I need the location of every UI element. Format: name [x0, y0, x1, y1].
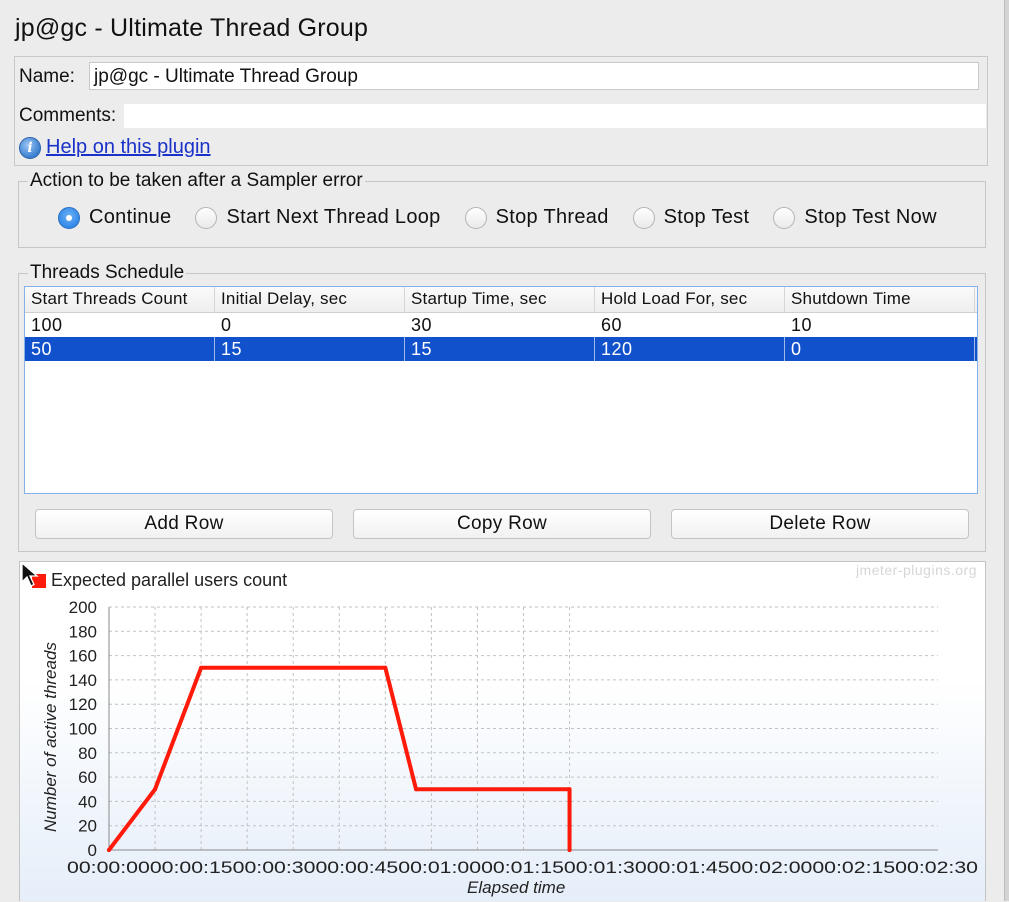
comments-label: Comments: [19, 105, 117, 126]
radio-label: Stop Thread [495, 206, 609, 228]
help-row: i Help on this plugin [19, 136, 211, 159]
y-axis-title: Number of active threads [41, 642, 60, 832]
name-field[interactable]: jp@gc - Ultimate Thread Group [89, 62, 979, 90]
radio-label: Continue [89, 206, 172, 228]
y-tick-label: 160 [69, 647, 97, 666]
table-cell[interactable]: 0 [215, 313, 405, 337]
radio-stop-test-now[interactable]: Stop Test Now [773, 206, 937, 229]
radio-label: Stop Test Now [804, 206, 937, 228]
radio-icon[interactable] [632, 206, 655, 229]
table-cell[interactable]: 15 [215, 337, 405, 361]
column-header[interactable]: Shutdown Time [785, 287, 975, 312]
series-point [383, 665, 388, 670]
radio-label: Start Next Thread Loop [226, 206, 441, 228]
radio-stop-test[interactable]: Stop Test [632, 206, 750, 229]
series-point [153, 787, 158, 792]
copy-row-button[interactable]: Copy Row [353, 509, 651, 539]
schedule-table[interactable]: Start Threads Count Initial Delay, sec S… [24, 286, 978, 494]
table-cell[interactable]: 0 [785, 337, 975, 361]
delete-row-button[interactable]: Delete Row [671, 509, 969, 539]
x-axis-title: Elapsed time [467, 878, 566, 897]
series-point [414, 787, 419, 792]
series-point [567, 848, 572, 852]
radio-selected-icon[interactable] [58, 206, 80, 229]
y-tick-label: 180 [69, 622, 97, 641]
series-point [107, 848, 111, 852]
table-cell[interactable]: 10 [785, 313, 975, 337]
help-link[interactable]: Help on this plugin [46, 136, 211, 159]
name-label: Name: [19, 66, 75, 87]
sampler-error-options: Continue Start Next Thread Loop Stop Thr… [58, 206, 961, 229]
window-edge [1004, 0, 1009, 901]
y-tick-label: 120 [69, 695, 97, 714]
radio-start-next-thread-loop[interactable]: Start Next Thread Loop [195, 206, 440, 229]
table-row[interactable]: 100 0 30 60 10 [25, 313, 977, 337]
radio-continue[interactable]: Continue [58, 206, 171, 229]
y-tick-label: 140 [69, 671, 97, 690]
y-tick-label: 100 [69, 720, 97, 739]
chart-panel: Expected parallel users count jmeter-plu… [19, 561, 986, 901]
table-header: Start Threads Count Initial Delay, sec S… [25, 287, 977, 313]
radio-stop-thread[interactable]: Stop Thread [464, 206, 609, 229]
table-row-selected[interactable]: 50 15 15 120 0 [25, 337, 977, 361]
table-cell[interactable]: 50 [25, 337, 215, 361]
table-cell[interactable]: 15 [405, 337, 595, 361]
table-cell[interactable]: 100 [25, 313, 215, 337]
comments-field[interactable] [124, 104, 986, 128]
radio-icon[interactable] [773, 206, 796, 229]
series-point [199, 665, 204, 670]
column-header[interactable]: Hold Load For, sec [595, 287, 785, 312]
x-tick-labels: 00:00:0000:00:1500:00:3000:00:4500:01:00… [67, 858, 978, 877]
chart-plot: 02040608010012014016018020000:00:0000:00… [67, 598, 978, 877]
y-tick-label: 40 [78, 792, 97, 811]
table-cell[interactable]: 120 [595, 337, 785, 361]
mouse-cursor-icon [21, 562, 39, 587]
radio-label: Stop Test [663, 206, 750, 228]
sampler-error-legend: Action to be taken after a Sampler error [30, 170, 363, 191]
y-tick-label: 200 [69, 598, 97, 617]
column-header[interactable]: Start Threads Count [25, 287, 215, 312]
add-row-button[interactable]: Add Row [35, 509, 333, 539]
table-cell[interactable]: 30 [405, 313, 595, 337]
table-cell[interactable]: 60 [595, 313, 785, 337]
y-tick-label: 20 [78, 817, 97, 836]
info-icon: i [19, 136, 41, 159]
radio-icon[interactable] [464, 206, 487, 229]
series-point [567, 787, 572, 792]
radio-icon[interactable] [195, 206, 218, 229]
page-title: jp@gc - Ultimate Thread Group [15, 14, 369, 42]
y-tick-label: 80 [78, 744, 97, 763]
threads-schedule-legend: Threads Schedule [30, 262, 185, 283]
column-header[interactable]: Startup Time, sec [405, 287, 595, 312]
column-header[interactable]: Initial Delay, sec [215, 287, 405, 312]
y-tick-label: 60 [78, 768, 97, 787]
